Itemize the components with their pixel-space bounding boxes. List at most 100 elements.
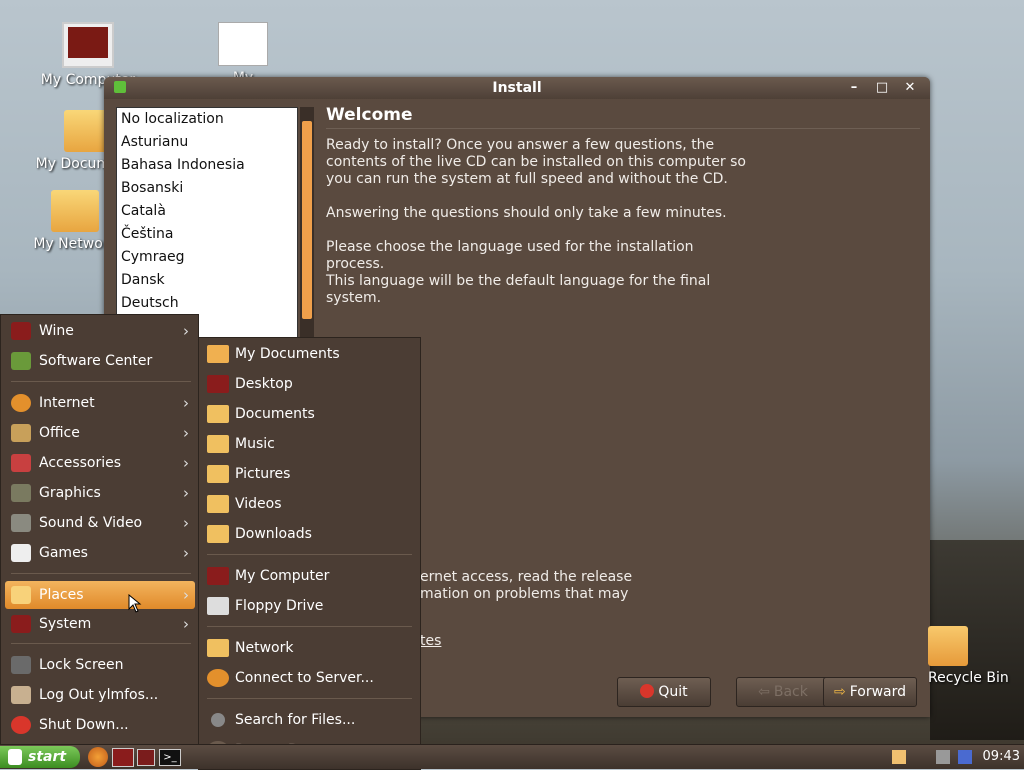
language-item[interactable]: Asturianu [117, 131, 297, 154]
window-title: Install [492, 80, 542, 96]
menu-item-lock-screen[interactable]: Lock Screen [5, 651, 195, 679]
window-titlebar[interactable]: Install – □ ✕ [104, 77, 930, 99]
welcome-paragraph-3: Please choose the language used for the … [326, 239, 746, 307]
places-item-documents[interactable]: Documents [203, 400, 417, 428]
menu-item-places[interactable]: Places › [5, 581, 195, 609]
chevron-right-icon: › [183, 586, 189, 604]
scrollbar-thumb[interactable] [302, 121, 312, 319]
close-button[interactable]: ✕ [900, 77, 920, 99]
graphics-icon [11, 484, 31, 502]
menu-item-graphics[interactable]: Graphics › [5, 479, 195, 507]
network-status-icon[interactable] [958, 750, 972, 764]
forward-arrow-icon: ⇨ [833, 684, 846, 700]
menu-item-software-center[interactable]: Software Center [5, 347, 195, 375]
places-item-my-documents[interactable]: My Documents [203, 340, 417, 368]
back-label: Back [773, 684, 808, 700]
menu-item-accessories[interactable]: Accessories › [5, 449, 195, 477]
chevron-right-icon: › [183, 484, 189, 502]
places-item-my-computer[interactable]: My Computer [203, 562, 417, 590]
accessories-icon [11, 454, 31, 472]
office-icon [11, 424, 31, 442]
clock[interactable]: 09:43 [983, 745, 1020, 769]
language-item[interactable]: Català [117, 200, 297, 223]
quit-button[interactable]: Quit [617, 677, 711, 707]
menu-separator [207, 554, 412, 555]
server-globe-icon [207, 669, 229, 687]
chevron-right-icon: › [183, 615, 189, 633]
places-item-network[interactable]: Network [203, 634, 417, 662]
menu-separator [11, 381, 191, 382]
welcome-paragraph-1: Ready to install? Once you answer a few … [326, 137, 746, 188]
menu-item-internet[interactable]: Internet › [5, 389, 195, 417]
menu-item-shut-down[interactable]: Shut Down... [5, 711, 195, 739]
sound-video-icon [11, 514, 31, 532]
start-logo-icon [8, 749, 22, 765]
menu-item-office[interactable]: Office › [5, 419, 195, 447]
places-item-floppy-drive[interactable]: Floppy Drive [203, 592, 417, 620]
firefox-icon[interactable] [88, 747, 108, 767]
power-icon [11, 716, 31, 734]
start-label: start [28, 749, 67, 765]
search-icon [211, 713, 225, 727]
menu-item-wine[interactable]: Wine › [5, 317, 195, 345]
mouse-cursor-icon [128, 594, 142, 613]
software-center-icon [11, 352, 31, 370]
forward-label: Forward [849, 684, 907, 700]
maximize-button[interactable]: □ [872, 77, 892, 99]
documents-folder-icon [207, 405, 229, 423]
back-arrow-icon: ⇦ [758, 684, 770, 700]
language-scrollbar[interactable] [300, 107, 314, 343]
quit-label: Quit [658, 684, 688, 700]
chevron-right-icon: › [183, 454, 189, 472]
volume-icon[interactable] [936, 750, 950, 764]
places-item-music[interactable]: Music [203, 430, 417, 458]
wine-icon [11, 322, 31, 340]
spreadsheet-icon [218, 22, 268, 66]
menu-item-system[interactable]: System › [5, 610, 195, 638]
recycle-bin-icon[interactable] [928, 626, 968, 666]
minimize-button[interactable]: – [844, 77, 864, 99]
app-icon [114, 81, 126, 93]
show-desktop-icon[interactable] [112, 748, 134, 767]
text-line: contents of the live CD can be installed… [326, 154, 746, 170]
text-line: Please choose the language used for the … [326, 239, 694, 272]
start-menu: Wine › Software Center Internet › Office › … [0, 314, 199, 746]
language-item[interactable]: No localization [117, 108, 297, 131]
language-item[interactable]: Bosanski [117, 177, 297, 200]
folder-icon [11, 586, 31, 604]
menu-item-sound-video[interactable]: Sound & Video › [5, 509, 195, 537]
home-folder-icon [207, 345, 229, 363]
language-item[interactable]: Bahasa Indonesia [117, 154, 297, 177]
places-item-pictures[interactable]: Pictures [203, 460, 417, 488]
places-item-desktop[interactable]: Desktop [203, 370, 417, 398]
menu-item-games[interactable]: Games › [5, 539, 195, 567]
language-item[interactable]: Cymraeg [117, 246, 297, 269]
places-item-connect-to-server[interactable]: Connect to Server... [203, 664, 417, 692]
start-button[interactable]: start [0, 746, 80, 768]
terminal-icon[interactable]: >_ [159, 749, 181, 766]
language-item[interactable]: Dansk [117, 269, 297, 292]
chevron-right-icon: › [183, 424, 189, 442]
places-item-videos[interactable]: Videos [203, 490, 417, 518]
places-item-search-for-files[interactable]: Search for Files... [203, 706, 417, 734]
places-submenu: My Documents Desktop Documents Music Pic… [198, 337, 421, 770]
back-button[interactable]: ⇦ Back [736, 677, 830, 707]
taskbar: start >_ 09:43 [0, 744, 1024, 769]
floppy-icon [207, 597, 229, 615]
release-notes-text-2: mation on problems that may [420, 586, 629, 602]
user-icon [11, 686, 31, 704]
window-icon[interactable] [137, 749, 155, 766]
computer-icon [207, 567, 229, 585]
chevron-right-icon: › [183, 514, 189, 532]
forward-button[interactable]: ⇨ Forward [823, 677, 917, 707]
notification-icon[interactable] [892, 750, 906, 764]
downloads-folder-icon [207, 525, 229, 543]
menu-item-log-out[interactable]: Log Out ylmfos... [5, 681, 195, 709]
places-item-downloads[interactable]: Downloads [203, 520, 417, 548]
videos-folder-icon [207, 495, 229, 513]
language-item[interactable]: Čeština [117, 223, 297, 246]
language-list[interactable]: No localization Asturianu Bahasa Indones… [116, 107, 298, 345]
language-item[interactable]: Deutsch [117, 292, 297, 315]
release-notes-text-1: ernet access, read the release [420, 569, 633, 585]
release-notes-link[interactable]: tes [420, 633, 840, 650]
